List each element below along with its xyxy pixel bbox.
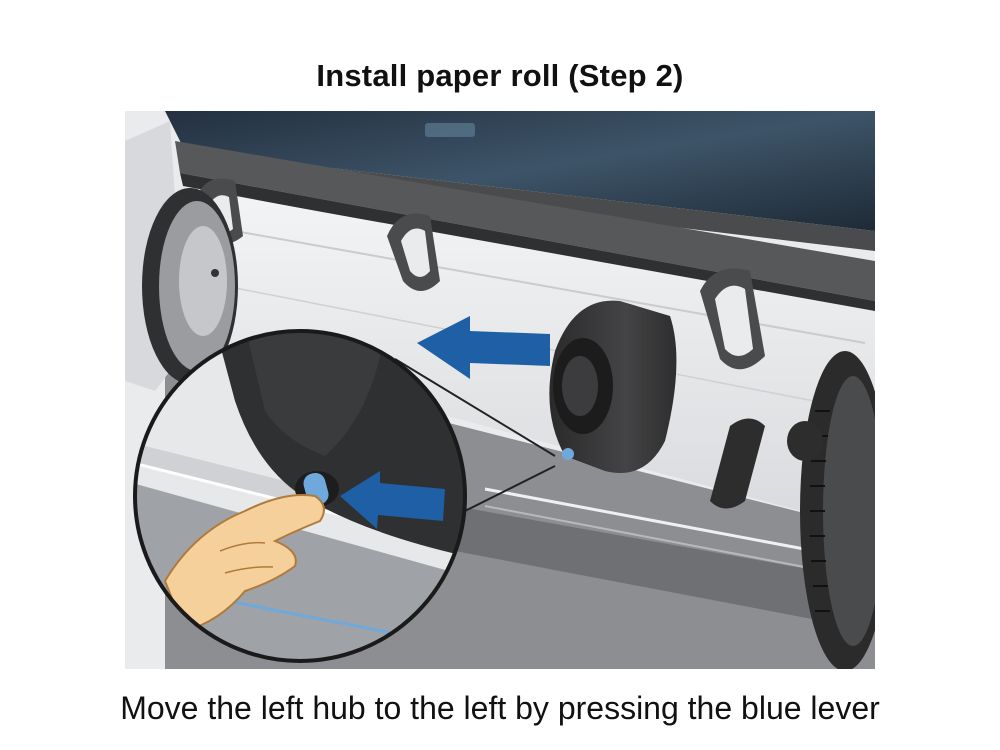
step-caption: Move the left hub to the left by pressin…	[120, 690, 880, 726]
step-title: Install paper roll (Step 2)	[316, 58, 684, 93]
paper-roll-hub	[549, 300, 677, 473]
instruction-slide: Install paper roll (Step 2) Move the lef…	[0, 0, 1000, 750]
printer-illustration	[125, 111, 875, 669]
